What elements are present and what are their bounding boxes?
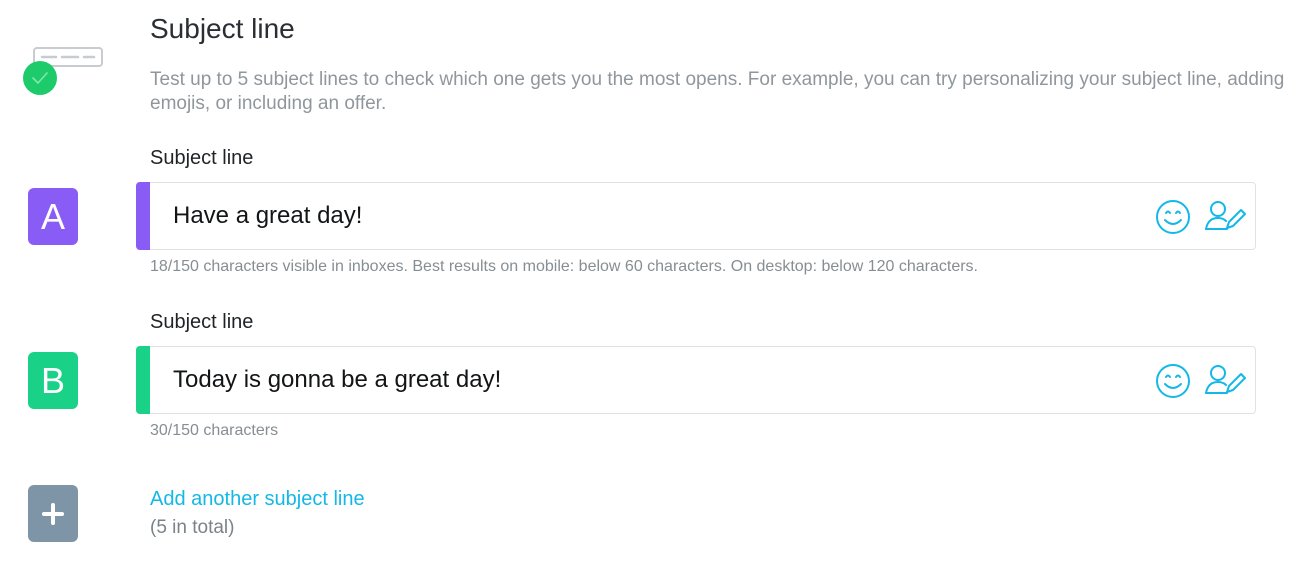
variant-b-accent — [136, 346, 150, 414]
personalize-user-pencil-icon[interactable] — [1203, 363, 1249, 399]
subject-line-settings: Subject line Test up to 5 subject lines … — [0, 0, 1312, 561]
subject-line-a-helper: 18/150 characters visible in inboxes. Be… — [150, 258, 978, 275]
emoji-smile-icon[interactable] — [1155, 363, 1191, 399]
page-title: Subject line — [150, 13, 295, 44]
subject-line-a-input[interactable] — [173, 183, 1133, 249]
subject-line-a-field[interactable] — [136, 182, 1256, 250]
subject-line-b-input[interactable] — [173, 347, 1133, 413]
subject-line-a-label: Subject line — [150, 147, 254, 169]
variant-a-badge: A — [28, 188, 78, 245]
subject-line-check-icon — [23, 47, 103, 95]
subject-line-b-helper: 30/150 characters — [150, 422, 279, 439]
variant-a-accent — [136, 182, 150, 250]
variant-b-badge: B — [28, 352, 78, 409]
page-description: Test up to 5 subject lines to check whic… — [150, 69, 1285, 114]
subject-line-b-label: Subject line — [150, 311, 254, 333]
personalize-user-pencil-icon[interactable] — [1203, 199, 1249, 235]
subject-line-b-field[interactable] — [136, 346, 1256, 414]
add-subject-line-link[interactable]: Add another subject line — [150, 486, 365, 512]
emoji-smile-icon[interactable] — [1155, 199, 1191, 235]
add-subject-line-button[interactable] — [28, 485, 78, 542]
subject-line-limit-note: (5 in total) — [150, 517, 235, 538]
